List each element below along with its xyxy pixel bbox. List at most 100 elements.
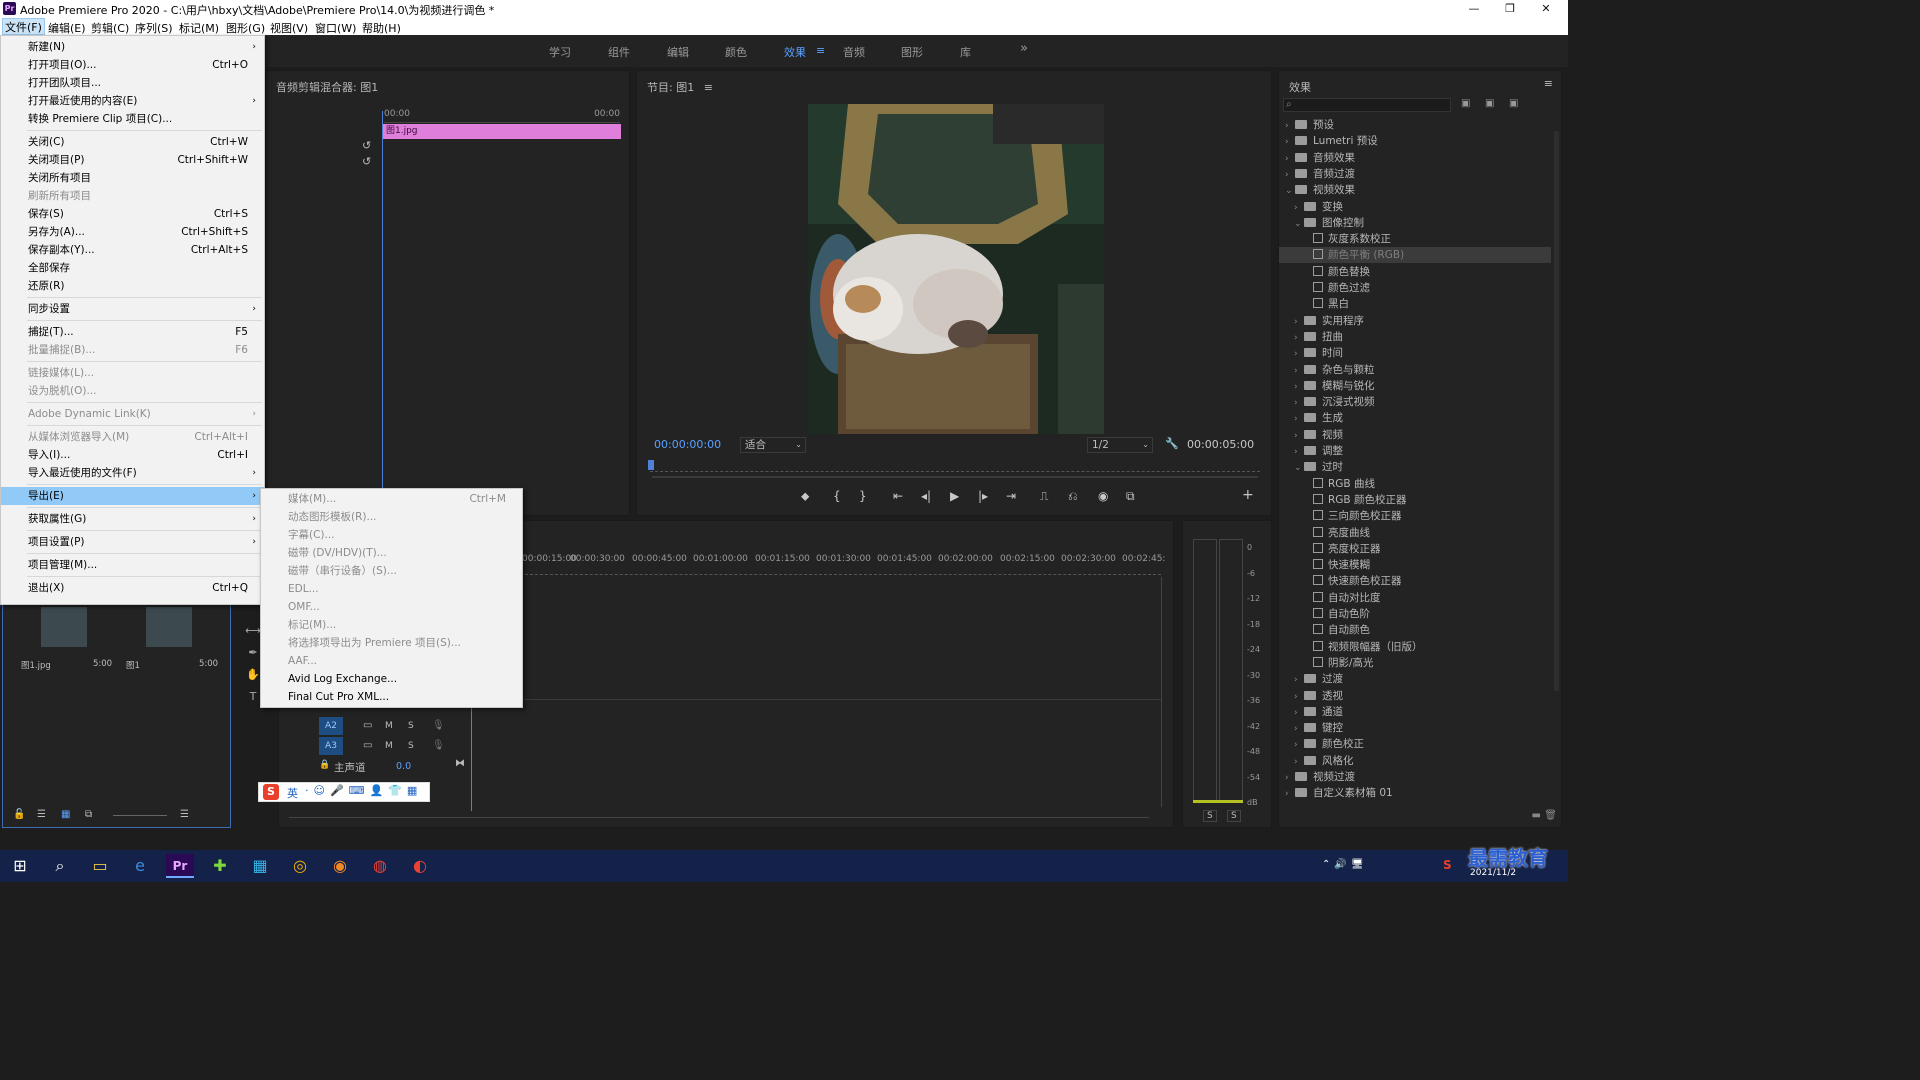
icon-view-icon[interactable]: ▦ bbox=[61, 809, 70, 820]
chevron-right-icon[interactable]: › bbox=[1294, 333, 1304, 343]
effects-folder[interactable]: › 调整 bbox=[1279, 443, 1551, 459]
resolution-dropdown[interactable]: 1/2 ⌄ bbox=[1087, 437, 1153, 453]
file-menu-item[interactable]: 关闭所有项目 bbox=[1, 169, 264, 187]
32bit-effects-icon[interactable]: ▣ bbox=[1485, 98, 1494, 109]
effects-folder[interactable]: › 时间 bbox=[1279, 345, 1551, 361]
effects-folder[interactable]: › 生成 bbox=[1279, 410, 1551, 426]
ie-browser-icon[interactable]: e bbox=[126, 854, 154, 878]
effects-folder[interactable]: › 颜色校正 bbox=[1279, 736, 1551, 752]
export-frame-icon[interactable]: ◉ bbox=[1098, 489, 1108, 503]
file-menu-item[interactable]: 导入最近使用的文件(F) › bbox=[1, 464, 264, 482]
effect-item[interactable]: 阴影/高光 bbox=[1279, 655, 1551, 671]
workspace-menu-icon[interactable]: ≡ bbox=[816, 44, 825, 57]
compare-view-icon[interactable]: ⧉ bbox=[1126, 489, 1135, 504]
effect-item[interactable]: 快速颜色校正器 bbox=[1279, 573, 1551, 589]
ime-language[interactable]: 英 bbox=[287, 785, 298, 801]
file-menu-item[interactable]: 打开团队项目... bbox=[1, 74, 264, 92]
video-frame[interactable] bbox=[808, 104, 1104, 434]
effects-folder[interactable]: › 扭曲 bbox=[1279, 329, 1551, 345]
effect-item[interactable]: 亮度校正器 bbox=[1279, 541, 1551, 557]
chevron-right-icon[interactable]: › bbox=[1294, 757, 1304, 767]
premiere-taskbar-icon[interactable]: Pr bbox=[166, 854, 194, 878]
go-to-out-icon[interactable]: ⇥ bbox=[1006, 489, 1016, 503]
chevron-right-icon[interactable]: › bbox=[1285, 121, 1295, 131]
meter-solo-right[interactable]: S bbox=[1227, 810, 1241, 822]
track-a3-mute[interactable]: M bbox=[385, 741, 393, 751]
tray-icons[interactable]: ⌃🔊🖥 bbox=[1322, 859, 1368, 870]
chevron-right-icon[interactable]: › bbox=[1294, 349, 1304, 359]
export-menu-item[interactable]: 字幕(C)... bbox=[261, 526, 522, 544]
chevron-right-icon[interactable]: › bbox=[1285, 170, 1295, 180]
menu-help[interactable]: 帮助(H) bbox=[362, 20, 401, 36]
more-workspaces-icon[interactable]: » bbox=[1020, 41, 1028, 56]
file-menu-item[interactable]: 批量捕捉(B)... F6 bbox=[1, 341, 264, 359]
chevron-right-icon[interactable]: › bbox=[1294, 431, 1304, 441]
file-menu-item[interactable]: 捕捉(T)... F5 bbox=[1, 323, 264, 341]
effects-folder[interactable]: ⌄ 过时 bbox=[1279, 459, 1551, 475]
effect-item[interactable]: 自动对比度 bbox=[1279, 590, 1551, 606]
workspace-editing[interactable]: 编辑 bbox=[667, 44, 689, 60]
new-bin-icon[interactable]: ▬ bbox=[1532, 810, 1541, 821]
effects-folder[interactable]: › 自定义素材箱 01 bbox=[1279, 785, 1551, 801]
project-thumb-1[interactable] bbox=[41, 607, 87, 647]
menu-file[interactable]: 文件(F) bbox=[2, 18, 45, 35]
effects-folder[interactable]: ⌄ 图像控制 bbox=[1279, 215, 1551, 231]
workspace-audio[interactable]: 音频 bbox=[843, 44, 865, 60]
chevron-down-icon[interactable]: ⌄ bbox=[1285, 186, 1295, 196]
export-menu-item[interactable]: Final Cut Pro XML... bbox=[261, 688, 522, 706]
horizontal-scrollbar[interactable] bbox=[289, 817, 1149, 818]
meter-solo-left[interactable]: S bbox=[1203, 810, 1217, 822]
zoom-scrollbar[interactable] bbox=[652, 476, 1258, 478]
chevron-right-icon[interactable]: › bbox=[1294, 447, 1304, 457]
chevron-right-icon[interactable]: › bbox=[1285, 789, 1295, 799]
master-track-expand-icon[interactable]: ⧓ bbox=[455, 758, 465, 769]
mark-in-icon[interactable]: { bbox=[833, 489, 841, 503]
effects-folder[interactable]: › 沉浸式视频 bbox=[1279, 394, 1551, 410]
track-a2-label[interactable]: A2 bbox=[319, 717, 343, 735]
chrome-icon[interactable]: ◍ bbox=[366, 854, 394, 878]
effect-item[interactable]: 亮度曲线 bbox=[1279, 525, 1551, 541]
chevron-down-icon[interactable]: ⌄ bbox=[1294, 219, 1304, 229]
effect-item[interactable]: 颜色平衡 (RGB) bbox=[1279, 247, 1551, 264]
freeform-view-icon[interactable]: ⧉ bbox=[85, 809, 92, 820]
effect-item[interactable]: 视频限幅器（旧版） bbox=[1279, 639, 1551, 655]
program-timecode[interactable]: 00:00:00:00 bbox=[654, 438, 721, 451]
chevron-down-icon[interactable]: ⌄ bbox=[1294, 463, 1304, 473]
workspace-color[interactable]: 颜色 bbox=[725, 44, 747, 60]
track-a2-mute[interactable]: M bbox=[385, 721, 393, 731]
chevron-right-icon[interactable]: › bbox=[1294, 675, 1304, 685]
list-view-icon[interactable]: ☰ bbox=[37, 809, 46, 820]
file-menu-item[interactable]: 设为脱机(O)... bbox=[1, 382, 264, 400]
menu-marker[interactable]: 标记(M) bbox=[179, 20, 219, 36]
chevron-right-icon[interactable]: › bbox=[1294, 708, 1304, 718]
export-menu-item[interactable]: Avid Log Exchange... bbox=[261, 670, 522, 688]
sort-icon[interactable]: ☰ bbox=[180, 809, 189, 820]
sogou-logo-icon[interactable]: S bbox=[263, 784, 279, 800]
export-menu-item[interactable]: 标记(M)... bbox=[261, 616, 522, 634]
track-a3-sync-icon[interactable]: ▭ bbox=[363, 740, 372, 751]
delete-icon[interactable]: 🗑 bbox=[1544, 810, 1557, 821]
file-menu-item[interactable]: 获取属性(G) › bbox=[1, 510, 264, 528]
chevron-right-icon[interactable]: › bbox=[1294, 740, 1304, 750]
export-menu-item[interactable]: 磁带 (DV/HDV)(T)... bbox=[261, 544, 522, 562]
accelerated-effects-icon[interactable]: ▣ bbox=[1461, 98, 1470, 109]
maximize-button[interactable]: ❐ bbox=[1492, 0, 1528, 18]
app-icon-red[interactable]: ◐ bbox=[406, 854, 434, 878]
chevron-right-icon[interactable]: › bbox=[1294, 398, 1304, 408]
file-menu-item[interactable]: 打开项目(O)... Ctrl+O bbox=[1, 56, 264, 74]
effect-item[interactable]: 自动颜色 bbox=[1279, 622, 1551, 638]
step-forward-icon[interactable]: |▸ bbox=[978, 489, 988, 503]
reset-icon-2[interactable]: ↺ bbox=[362, 155, 371, 168]
file-menu-item[interactable]: 项目设置(P) › bbox=[1, 533, 264, 551]
file-menu-item[interactable]: 另存为(A)... Ctrl+Shift+S bbox=[1, 223, 264, 241]
file-menu-item[interactable]: 打开最近使用的内容(E) › bbox=[1, 92, 264, 110]
effects-folder[interactable]: › 键控 bbox=[1279, 720, 1551, 736]
effect-item[interactable]: 颜色替换 bbox=[1279, 264, 1551, 280]
file-menu-item[interactable]: 链接媒体(L)... bbox=[1, 364, 264, 382]
effects-folder[interactable]: › 音频效果 bbox=[1279, 150, 1551, 166]
file-menu-item[interactable]: 还原(R) bbox=[1, 277, 264, 295]
panel-menu-icon[interactable]: ≡ bbox=[1544, 77, 1553, 90]
voice-over-icon[interactable]: 🎙 bbox=[432, 720, 445, 731]
extract-icon[interactable]: ⎌ bbox=[1068, 489, 1078, 504]
mini-ruler[interactable]: 00:00 00:00 bbox=[384, 109, 620, 123]
